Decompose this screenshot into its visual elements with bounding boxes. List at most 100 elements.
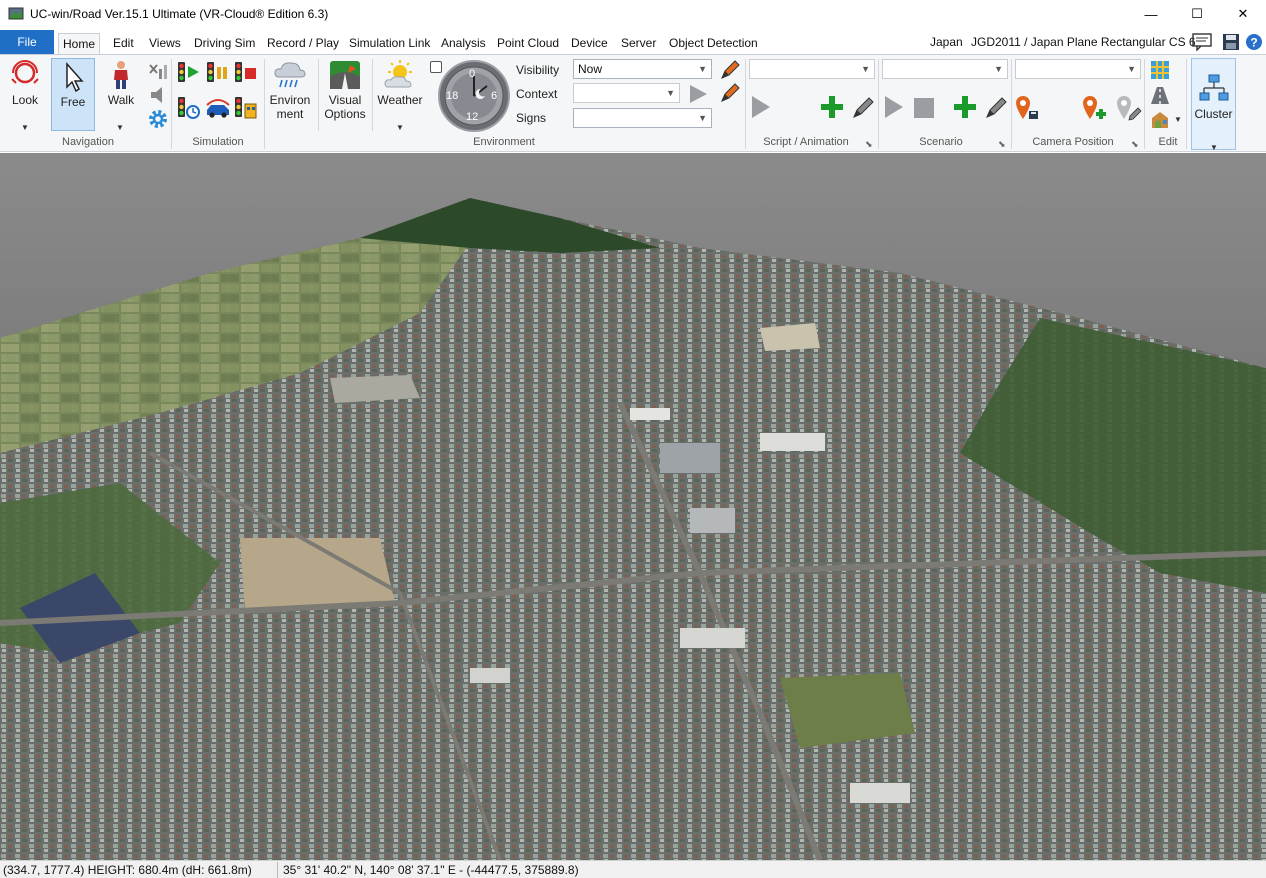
scenario-select[interactable]: ▼ [882,59,1008,79]
tab-device[interactable]: Device [567,33,612,55]
look-label: Look [11,93,39,107]
edit-visibility-pencil-icon[interactable] [718,58,742,82]
script-edit-pencil-icon[interactable] [850,93,876,121]
camera-edit-pin-icon[interactable] [1114,93,1142,121]
camera-save-pin-icon[interactable] [1013,93,1041,121]
region-label: Japan [930,35,963,49]
scenario-group-label: Scenario [919,136,963,148]
close-button[interactable]: ✕ [1220,0,1266,28]
simulation-group-label: Simulation [192,136,244,148]
weather-sun-icon [384,60,412,88]
clock-label-bottom: 12 [466,111,479,123]
script-play-icon[interactable] [748,93,774,121]
save-icon[interactable] [1221,33,1241,51]
edit-model-icon[interactable] [1149,108,1171,130]
edit-road-icon[interactable] [1149,84,1171,106]
look-button[interactable]: Look ▼ [6,59,44,133]
rain-cloud-icon [274,62,306,88]
cursor-icon [66,62,84,93]
signal-timer-icon[interactable] [176,95,202,121]
clock-label-right: 6 [491,90,498,102]
signal-building-icon[interactable] [233,95,259,121]
3d-viewport[interactable] [0,153,1266,860]
scenario-add-icon[interactable] [951,93,979,121]
ribbon-tab-row: File Home Edit Views Driving Sim Record … [0,30,1266,56]
traffic-light-stop-icon[interactable] [233,60,259,84]
scenario-edit-pencil-icon[interactable] [983,93,1009,121]
walk-button[interactable]: Walk ▼ [102,59,140,133]
maximize-button[interactable]: ☐ [1174,0,1220,28]
scenario-launcher-icon[interactable]: ⬊ [998,139,1006,150]
tab-views[interactable]: Views [145,33,185,55]
tab-analysis[interactable]: Analysis [437,33,490,55]
visibility-label: Visibility [516,63,560,77]
scenario-stop-icon[interactable] [911,95,937,121]
tab-object-detection[interactable]: Object Detection [665,33,762,55]
free-label: Free [60,95,86,109]
visibility-value: Now [578,62,603,76]
chevron-down-icon: ▼ [1127,64,1136,74]
vehicle-gray-icon[interactable] [147,61,169,81]
status-position: (334.7, 1777.4) HEIGHT: 680.4m (dH: 661.… [3,863,252,877]
free-button[interactable]: Free [51,58,95,131]
walk-label: Walk [107,93,135,107]
walk-dropdown-icon: ▼ [116,123,124,132]
chevron-down-icon: ▼ [698,113,707,123]
weather-dropdown-icon: ▼ [396,123,404,132]
context-label: Context [516,87,558,101]
tab-driving-sim[interactable]: Driving Sim [190,33,259,55]
tab-file[interactable]: File [0,30,54,54]
message-icon[interactable] [1192,33,1212,51]
edit-group-label: Edit [1158,136,1178,148]
visual-options-button[interactable]: Visual Options [321,59,369,133]
visibility-select[interactable]: Now ▼ [573,59,712,79]
camera-group-label: Camera Position [1032,136,1114,148]
svg-text:?: ? [1250,36,1257,50]
cluster-button[interactable]: Cluster ▼ [1191,58,1236,152]
weather-button[interactable]: Weather ▼ [375,59,425,133]
camera-position-select[interactable]: ▼ [1015,59,1141,79]
camera-launcher-icon[interactable]: ⬊ [1131,139,1139,150]
context-select[interactable]: ▼ [573,83,680,103]
environment-label: Environ ment [269,93,311,121]
title-bar: UC-win/Road Ver.15.1 Ultimate (VR-Cloud®… [0,0,1266,28]
visual-options-label: Visual Options [324,93,366,121]
tab-server[interactable]: Server [617,33,660,55]
ribbon: Look ▼ Free Walk ▼ Navigation Simulation… [0,54,1266,152]
tab-point-cloud[interactable]: Point Cloud [493,33,563,55]
navigation-group-label: Navigation [62,136,114,148]
cluster-label: Cluster [1194,107,1233,121]
clock-label-left: 18 [446,90,459,102]
clock-label-top: 0 [469,68,476,80]
scenario-play-icon[interactable] [881,93,907,121]
tab-simulation-link[interactable]: Simulation Link [345,33,434,55]
edit-context-pencil-icon[interactable] [718,81,742,105]
car-icon[interactable] [204,97,232,119]
chevron-down-icon: ▼ [666,88,675,98]
play-context-icon[interactable] [686,82,710,106]
traffic-light-play-icon[interactable] [176,60,202,84]
script-add-icon[interactable] [818,93,846,121]
edit-dropdown-icon[interactable]: ▼ [1174,115,1182,124]
camera-add-pin-icon[interactable] [1080,93,1108,121]
settings-gear-icon[interactable] [147,108,169,130]
tab-edit[interactable]: Edit [109,33,138,55]
script-group-label: Script / Animation [763,136,849,148]
look-dropdown-icon: ▼ [21,123,29,132]
window-title: UC-win/Road Ver.15.1 Ultimate (VR-Cloud®… [30,7,329,21]
speaker-icon[interactable] [147,85,169,105]
chevron-down-icon: ▼ [861,64,870,74]
visual-options-icon [330,61,360,89]
tab-home[interactable]: Home [58,33,101,56]
tab-record-play[interactable]: Record / Play [263,33,343,55]
help-icon[interactable]: ? [1244,33,1264,51]
minimize-button[interactable]: — [1128,0,1174,28]
crs-label: JGD2011 / Japan Plane Rectangular CS 6 [971,35,1196,49]
script-launcher-icon[interactable]: ⬊ [865,139,873,150]
edit-grid-icon[interactable] [1149,59,1171,81]
script-select[interactable]: ▼ [749,59,875,79]
signs-select[interactable]: ▼ [573,108,712,128]
weather-label: Weather [377,93,423,107]
traffic-light-pause-icon[interactable] [205,60,231,84]
environment-button[interactable]: Environ ment [266,59,314,133]
